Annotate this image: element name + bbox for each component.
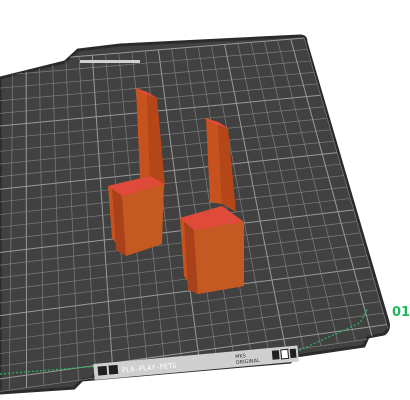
square-icon[interactable]: [280, 348, 290, 360]
part-left-base-shade: [122, 184, 164, 256]
grid-icon[interactable]: [97, 365, 108, 376]
axis-label: 01: [392, 305, 410, 320]
chip-icon[interactable]: [108, 364, 119, 375]
trash-icon[interactable]: [289, 348, 297, 359]
bed-notch: [80, 60, 140, 63]
part-right-base-shade: [194, 222, 244, 294]
3d-viewport[interactable]: 01 PLA-PLAY-PETG MKS ORIGINAL: [0, 0, 410, 400]
info-icon[interactable]: [271, 350, 280, 360]
